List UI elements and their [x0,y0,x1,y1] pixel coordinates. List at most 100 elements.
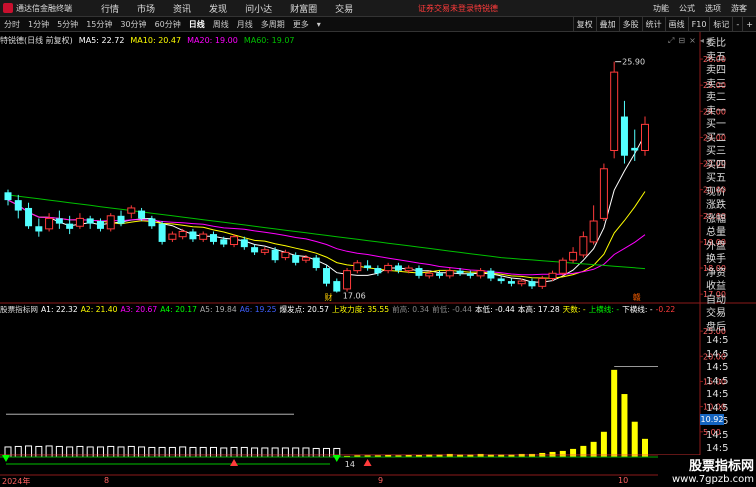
candle-body [599,168,608,219]
quote-label-0: 委比 [706,38,726,49]
sub-bar [611,369,618,457]
sub-bar [14,445,22,458]
sub-bar [86,446,94,458]
candle-body [528,281,536,287]
candle-body [86,218,94,224]
date-label-aug: 8 [104,476,110,485]
candle-body [178,230,187,238]
quote-label-19: 自动 [706,294,726,306]
candle-body [538,277,547,287]
sub-a2: A2: 21.40 [80,305,118,314]
candle-body [66,223,74,229]
sub-this-high: 本高: 17.28 [517,305,560,314]
sub-bar [168,446,176,458]
candle-body [312,257,320,269]
quote-label-18: 收益 [706,281,726,292]
quote-label-9: 买四 [706,159,726,171]
candle-body [271,249,279,261]
sub-bar [189,446,197,458]
quote-label-29: 14:5 [706,429,729,441]
quote-label-17: 净资 [706,267,726,279]
candle-body [548,272,557,279]
candle-body [35,226,43,232]
sub-bar [66,446,74,458]
sub-bar [240,446,248,458]
candle-body [404,267,413,272]
low-price-label: 17.06 [343,292,366,301]
candle-body [364,265,372,269]
candle-body [168,233,177,240]
sub-bar [600,431,607,457]
sub-a3: A3: 20.67 [120,305,158,314]
date-label-sep: 9 [378,476,384,485]
candle-body [240,239,248,248]
candle-body [384,264,393,272]
candle-body [497,278,505,282]
quote-label-2: 卖四 [706,65,726,76]
earnings-marker: 财 [325,292,333,302]
candle-body [281,251,290,259]
sub-bar [158,446,166,458]
quote-label-21: 盘后 [706,321,726,333]
watermark: 股票指标网 www.7gpzb.com [658,455,754,485]
legend-ma20: MA20: 19.00 [187,35,238,45]
sub-indicator-name[interactable]: 股票指标网 [0,304,41,315]
sub-bar [55,445,63,458]
expand-icon[interactable]: ⤢ [666,36,676,46]
kline-chart[interactable]: 14 26.0025.0024.0023.0022.0021.0020.0019… [0,0,756,487]
legend-ma10: MA10: 20.47 [130,35,182,45]
candle-body [138,210,146,219]
sub-bar [621,394,628,457]
candle-body [96,221,104,229]
candle-body [436,273,444,276]
sub-bar [220,447,228,458]
sub-bar [570,448,577,457]
candle-body [517,280,526,285]
sub-bar [302,447,310,458]
sub-bar [76,445,84,458]
candle-body [579,236,588,256]
sub-a6: A6: 19.25 [239,305,277,314]
candle-body [353,262,362,272]
sub-bar [312,447,320,458]
legend-stock: 特锐德(日线 前复权) [0,35,73,45]
candle-body [127,207,136,214]
candle-body [631,147,639,151]
sub-bar [281,447,289,458]
watermark-title: 股票指标网 [688,459,754,474]
minimize-icon[interactable]: ⊟ [676,36,687,46]
candle-body [476,270,485,277]
quote-label-20: 交易 [706,308,726,319]
scroll-left-icon[interactable]: ◂ [698,36,706,46]
sub-price-tag: 10.92 [700,414,724,425]
sub-bar [631,421,638,457]
candle-body [14,200,22,211]
legend-ma5: MA5: 22.72 [78,35,125,45]
sub-bar [138,446,146,458]
down-triangle-marker [332,454,341,462]
sub-bar [559,450,566,457]
quote-label-22: 14:5 [706,335,729,346]
quote-label-10: 买五 [706,173,726,184]
sub-bar [251,447,259,458]
sub-this-low: 本低: -0.44 [474,305,515,314]
up-triangle-marker [363,458,372,466]
sub-a1: A1: 22.32 [40,305,78,314]
candle-body [456,270,464,274]
candle-body [220,239,228,245]
sub-down-line: 下横线: - [622,305,653,314]
quote-label-16: 换手 [706,254,726,265]
candle-body [75,217,84,227]
down-triangle-marker [2,454,10,462]
sub-bar [117,446,125,458]
candle-body [230,236,239,246]
sub-bar [107,445,115,458]
sub-bar [25,445,33,458]
legend-ma60: MA60: 19.07 [243,35,295,45]
candle-body [292,254,300,263]
sub-bar [35,445,43,458]
quote-label-5: 卖一 [706,105,726,117]
ma20-line [7,199,646,276]
quote-label-25: 14:5 [706,375,729,387]
close-icon[interactable]: × [687,36,698,46]
